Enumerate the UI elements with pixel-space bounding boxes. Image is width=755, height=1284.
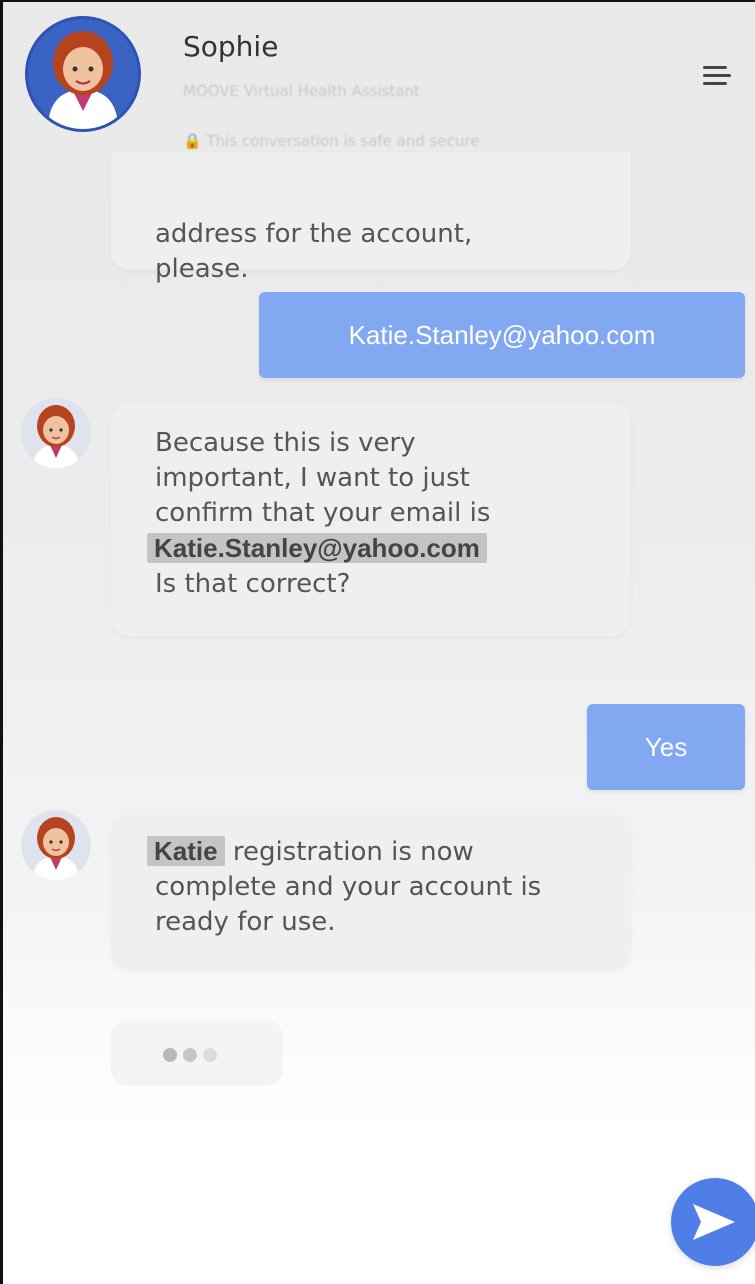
agent-avatar-illustration [33,405,79,468]
typing-indicator [111,1020,283,1086]
chat-screen: Sophie MOOVE Virtual Health Assistant 🔒 … [0,0,755,1284]
bot-message-line: complete and your account is [155,872,542,902]
user-message-text: Yes [644,731,688,762]
highlighted-email: Katie.Stanley@yahoo.com [147,533,487,563]
agent-avatar-illustration [28,19,138,129]
agent-avatar-small [21,810,91,880]
bot-message-line: Because this is very [155,428,416,458]
agent-avatar-small [21,398,91,468]
bot-message-text: address for the account, please. [155,219,473,284]
user-message-text: Katie.Stanley@yahoo.com [348,319,656,350]
secure-note: 🔒 This conversation is safe and secure [183,132,480,150]
typing-dot [163,1048,177,1062]
bot-message-line: important, I want to just [155,463,470,493]
agent-name: Sophie [183,30,279,63]
typing-dot [203,1048,217,1062]
bot-message-line: confirm that your email is [155,498,491,528]
user-message: Yes [587,704,745,790]
bot-message-line: ready for use. [155,907,336,937]
bot-message: Katie registration is now complete and y… [111,814,631,970]
agent-avatar [25,16,141,132]
send-button[interactable] [671,1178,755,1266]
agent-subtitle: MOOVE Virtual Health Assistant [183,82,420,100]
bot-message-line: Is that correct? [155,569,351,599]
typing-dot [183,1048,197,1062]
chat-header: Sophie MOOVE Virtual Health Assistant 🔒 … [3,2,755,162]
bot-message-line: registration is now [232,837,474,867]
hamburger-menu-icon[interactable] [703,66,731,90]
bot-message: address for the account, please. [111,152,631,284]
highlighted-name: Katie [147,836,225,866]
bot-message: Because this is very important, I want t… [111,404,631,636]
send-arrow-icon [693,1204,735,1240]
user-message: Katie.Stanley@yahoo.com [259,292,745,378]
agent-avatar-illustration [33,817,79,880]
